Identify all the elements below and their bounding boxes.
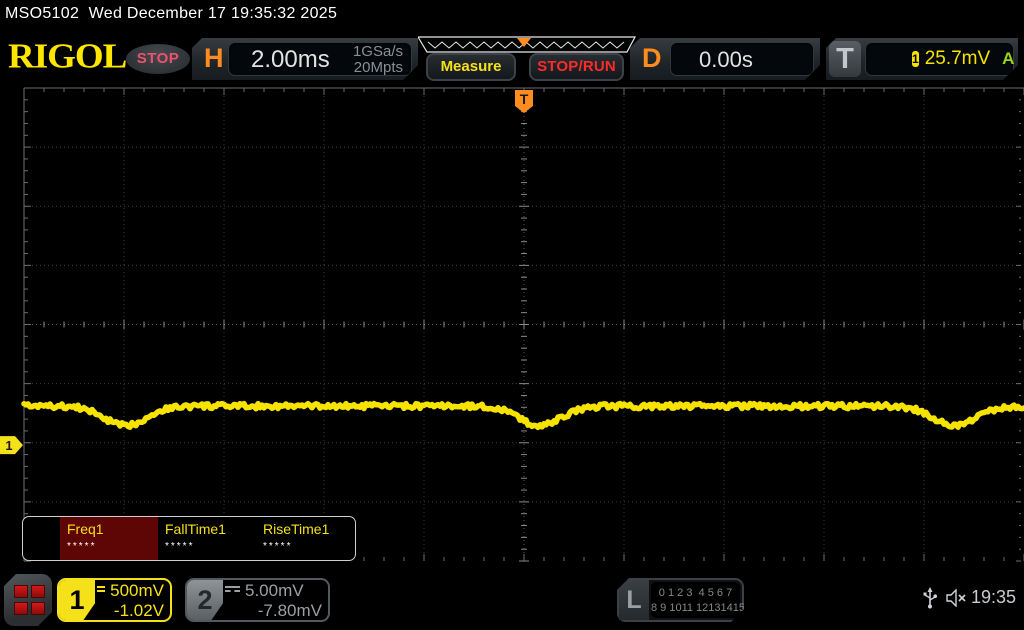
d-label: D (642, 43, 662, 73)
measure-item-risetime1[interactable]: RiseTime1 ***** (256, 517, 354, 560)
rigol-logo: RIGOL (8, 37, 127, 76)
measure-label: FallTime1 (165, 521, 226, 537)
menu-grid-icon (14, 602, 28, 615)
sample-rate-memdepth: 1GSa/s 20Mpts (353, 44, 403, 76)
channel2-offset: -7.80mV (257, 601, 322, 620)
logic-row1: 0 1 2 3 4 5 6 7 (658, 587, 733, 599)
measure-item-falltime1[interactable]: FallTime1 ***** (158, 517, 256, 560)
h-label: H (204, 43, 224, 73)
measurement-overlay: Freq1 ***** FallTime1 ***** RiseTime1 **… (22, 516, 356, 561)
logic-analyzer-panel[interactable]: L 0 1 2 3 4 5 6 7 8 9 1011 12131415 (617, 578, 744, 622)
menu-grid-icon (31, 602, 45, 615)
delay-panel[interactable]: D 0.00s (630, 38, 820, 80)
measure-item-freq1[interactable]: Freq1 ***** (60, 517, 158, 560)
logic-channels: 0 1 2 3 4 5 6 7 8 9 1011 12131415 (651, 582, 740, 618)
menu-grid-icon (31, 585, 45, 598)
measure-label: RiseTime1 (263, 521, 330, 537)
horizontal-panel[interactable]: H 2.00ms 1GSa/s 20Mpts (192, 38, 418, 80)
channel1-offset: -1.02V (113, 601, 164, 620)
trigger-source-badge: 1 (912, 52, 919, 66)
channel2-number: 2 (187, 580, 223, 620)
titlebar: MSO5102 Wed December 17 19:35:32 2025 (0, 0, 1024, 30)
channel-menu-button[interactable] (4, 574, 52, 626)
waveform-display: T 1 (0, 87, 1024, 562)
logic-label: L (619, 580, 649, 620)
measure-value: ***** (263, 541, 293, 552)
t-field: 1 25.7mV A (865, 42, 1014, 76)
measure-value: ***** (67, 541, 97, 552)
trigger-position-marker[interactable]: T (515, 90, 533, 113)
trigger-marker-label: T (520, 91, 529, 107)
graticule-grid (23, 87, 1024, 562)
channel1-number: 1 (59, 580, 95, 620)
delay-value: 0.00s (699, 47, 753, 72)
speaker-muted-icon[interactable] (946, 589, 970, 607)
memory-depth: 20Mpts (353, 59, 403, 76)
dc-coupling-icon (97, 586, 106, 596)
menu-grid-icon (14, 585, 28, 598)
waveform-overview-bar[interactable] (418, 36, 636, 54)
run-state-badge[interactable]: STOP (126, 44, 190, 74)
d-field: 0.00s (670, 42, 814, 76)
channel1-scale: 500mV (110, 581, 164, 600)
trigger-level-value: 25.7mV (924, 48, 991, 69)
sample-rate: 1GSa/s (352, 43, 403, 60)
h-field: 2.00ms 1GSa/s 20Mpts (228, 42, 412, 76)
stop-run-button[interactable]: STOP/RUN (529, 53, 624, 81)
measure-value: ***** (165, 541, 195, 552)
timebase-value: 2.00ms (251, 46, 330, 73)
trigger-mode: A (1002, 49, 1015, 68)
measure-label: Freq1 (67, 521, 104, 537)
measure-button[interactable]: Measure (426, 53, 516, 81)
oscilloscope-screen: MSO5102 Wed December 17 19:35:32 2025 RI… (0, 0, 1024, 630)
clock: 19:35 (970, 587, 1016, 607)
logic-row2: 8 9 1011 12131415 (651, 602, 745, 614)
usb-icon (923, 587, 937, 609)
header: RIGOL STOP H 2.00ms 1GSa/s 20Mpts Measur… (0, 30, 1024, 86)
bottombar: 1 500mV -1.02V 2 5.00mV -7.80mV L 0 1 2 … (0, 565, 1024, 630)
trigger-panel[interactable]: T 1 25.7mV A (826, 38, 1018, 80)
channel2-panel[interactable]: 2 5.00mV -7.80mV (185, 578, 330, 622)
channel1-values: 500mV -1.02V (97, 581, 164, 620)
ch1-ground-marker[interactable]: 1 (0, 436, 23, 455)
channel2-values: 5.00mV -7.80mV (225, 581, 322, 620)
dc-coupling-icon (225, 586, 240, 596)
channel1-panel[interactable]: 1 500mV -1.02V (57, 578, 172, 622)
channel2-scale: 5.00mV (245, 581, 304, 600)
ch1-marker-label: 1 (5, 438, 12, 453)
model-and-datetime: MSO5102 Wed December 17 19:35:32 2025 (5, 5, 338, 22)
t-label: T (829, 41, 861, 77)
